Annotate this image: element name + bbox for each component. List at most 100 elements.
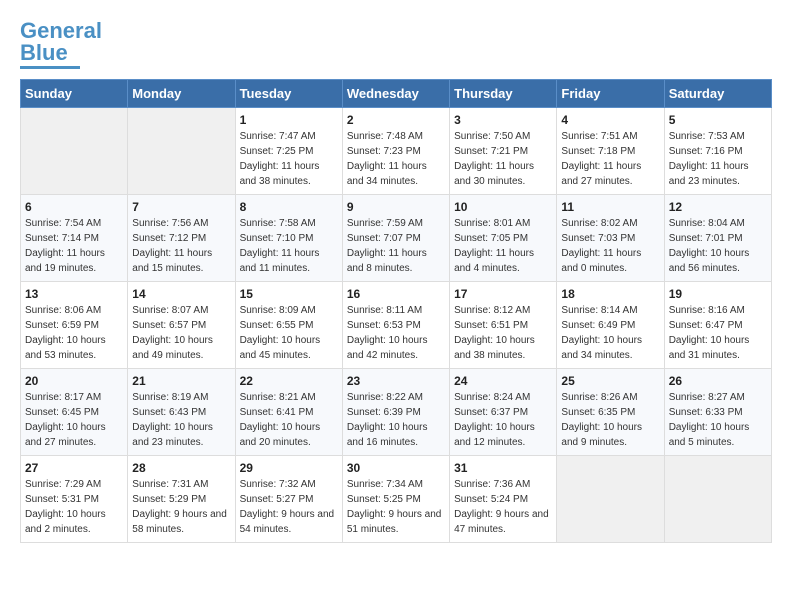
week-row-2: 13 Sunrise: 8:06 AM Sunset: 6:59 PM Dayli… — [21, 282, 772, 369]
day-cell: 2Sunrise: 7:48 AM Sunset: 7:23 PM Daylig… — [342, 108, 449, 195]
day-info: Sunrise: 7:56 AM Sunset: 7:12 PM Dayligh… — [132, 216, 230, 276]
day-info: Sunrise: 7:54 AM Sunset: 7:14 PM Dayligh… — [25, 216, 123, 276]
day-number: 28 — [132, 461, 230, 475]
day-number: 16 — [347, 287, 445, 301]
day-cell: 21 Sunrise: 8:19 AM Sunset: 6:43 PM Dayli… — [128, 369, 235, 456]
header-wednesday: Wednesday — [342, 80, 449, 108]
day-info: Sunrise: 8:26 AM Sunset: 6:35 PM Dayligh… — [561, 390, 659, 450]
day-cell: 28 Sunrise: 7:31 AM Sunset: 5:29 PM Dayli… — [128, 456, 235, 543]
logo-text: General Blue — [20, 20, 102, 64]
day-number: 7 — [132, 200, 230, 214]
day-cell: 27 Sunrise: 7:29 AM Sunset: 5:31 PM Dayli… — [21, 456, 128, 543]
day-number: 27 — [25, 461, 123, 475]
day-info: Sunrise: 8:11 AM Sunset: 6:53 PM Dayligh… — [347, 303, 445, 363]
header-thursday: Thursday — [450, 80, 557, 108]
day-number: 5 — [669, 113, 767, 127]
day-number: 29 — [240, 461, 338, 475]
logo-underline — [20, 66, 80, 69]
day-cell: 8Sunrise: 7:58 AM Sunset: 7:10 PM Daylig… — [235, 195, 342, 282]
day-info: Sunrise: 7:32 AM Sunset: 5:27 PM Dayligh… — [240, 477, 338, 537]
day-cell: 4 Sunrise: 7:51 AM Sunset: 7:18 PM Daylig… — [557, 108, 664, 195]
day-number: 24 — [454, 374, 552, 388]
day-cell: 31 Sunrise: 7:36 AM Sunset: 5:24 PM Dayli… — [450, 456, 557, 543]
week-row-3: 20 Sunrise: 8:17 AM Sunset: 6:45 PM Dayli… — [21, 369, 772, 456]
header-row: SundayMondayTuesdayWednesdayThursdayFrid… — [21, 80, 772, 108]
day-cell: 5Sunrise: 7:53 AM Sunset: 7:16 PM Daylig… — [664, 108, 771, 195]
day-number: 31 — [454, 461, 552, 475]
page-header: General Blue — [20, 20, 772, 69]
day-info: Sunrise: 8:09 AM Sunset: 6:55 PM Dayligh… — [240, 303, 338, 363]
calendar-table: SundayMondayTuesdayWednesdayThursdayFrid… — [20, 79, 772, 543]
day-number: 9 — [347, 200, 445, 214]
header-monday: Monday — [128, 80, 235, 108]
day-number: 18 — [561, 287, 659, 301]
day-number: 8 — [240, 200, 338, 214]
day-number: 13 — [25, 287, 123, 301]
day-cell: 10Sunrise: 8:01 AM Sunset: 7:05 PM Dayli… — [450, 195, 557, 282]
day-cell: 18 Sunrise: 8:14 AM Sunset: 6:49 PM Dayli… — [557, 282, 664, 369]
day-cell: 3 Sunrise: 7:50 AM Sunset: 7:21 PM Daylig… — [450, 108, 557, 195]
day-number: 23 — [347, 374, 445, 388]
day-cell: 9Sunrise: 7:59 AM Sunset: 7:07 PM Daylig… — [342, 195, 449, 282]
week-row-0: 1 Sunrise: 7:47 AM Sunset: 7:25 PM Daylig… — [21, 108, 772, 195]
logo: General Blue — [20, 20, 102, 69]
day-number: 3 — [454, 113, 552, 127]
day-cell: 16 Sunrise: 8:11 AM Sunset: 6:53 PM Dayli… — [342, 282, 449, 369]
day-cell: 20 Sunrise: 8:17 AM Sunset: 6:45 PM Dayli… — [21, 369, 128, 456]
day-info: Sunrise: 7:36 AM Sunset: 5:24 PM Dayligh… — [454, 477, 552, 537]
day-cell: 30Sunrise: 7:34 AM Sunset: 5:25 PM Dayli… — [342, 456, 449, 543]
week-row-1: 6Sunrise: 7:54 AM Sunset: 7:14 PM Daylig… — [21, 195, 772, 282]
logo-blue: Blue — [20, 40, 68, 65]
day-cell: 23 Sunrise: 8:22 AM Sunset: 6:39 PM Dayli… — [342, 369, 449, 456]
day-number: 2 — [347, 113, 445, 127]
day-info: Sunrise: 8:06 AM Sunset: 6:59 PM Dayligh… — [25, 303, 123, 363]
day-number: 25 — [561, 374, 659, 388]
day-info: Sunrise: 8:24 AM Sunset: 6:37 PM Dayligh… — [454, 390, 552, 450]
day-cell — [557, 456, 664, 543]
day-number: 30 — [347, 461, 445, 475]
day-number: 21 — [132, 374, 230, 388]
day-cell: 19 Sunrise: 8:16 AM Sunset: 6:47 PM Dayli… — [664, 282, 771, 369]
day-info: Sunrise: 7:47 AM Sunset: 7:25 PM Dayligh… — [240, 129, 338, 189]
day-number: 20 — [25, 374, 123, 388]
day-cell: 12 Sunrise: 8:04 AM Sunset: 7:01 PM Dayli… — [664, 195, 771, 282]
day-info: Sunrise: 7:29 AM Sunset: 5:31 PM Dayligh… — [25, 477, 123, 537]
day-number: 19 — [669, 287, 767, 301]
day-info: Sunrise: 7:50 AM Sunset: 7:21 PM Dayligh… — [454, 129, 552, 189]
day-cell — [21, 108, 128, 195]
day-info: Sunrise: 8:12 AM Sunset: 6:51 PM Dayligh… — [454, 303, 552, 363]
day-cell: 22Sunrise: 8:21 AM Sunset: 6:41 PM Dayli… — [235, 369, 342, 456]
day-info: Sunrise: 8:22 AM Sunset: 6:39 PM Dayligh… — [347, 390, 445, 450]
day-number: 17 — [454, 287, 552, 301]
day-number: 4 — [561, 113, 659, 127]
day-info: Sunrise: 8:04 AM Sunset: 7:01 PM Dayligh… — [669, 216, 767, 276]
day-info: Sunrise: 7:51 AM Sunset: 7:18 PM Dayligh… — [561, 129, 659, 189]
day-info: Sunrise: 8:17 AM Sunset: 6:45 PM Dayligh… — [25, 390, 123, 450]
day-cell: 13 Sunrise: 8:06 AM Sunset: 6:59 PM Dayli… — [21, 282, 128, 369]
day-cell — [128, 108, 235, 195]
day-cell — [664, 456, 771, 543]
day-cell: 17 Sunrise: 8:12 AM Sunset: 6:51 PM Dayli… — [450, 282, 557, 369]
day-info: Sunrise: 8:19 AM Sunset: 6:43 PM Dayligh… — [132, 390, 230, 450]
day-cell: 11 Sunrise: 8:02 AM Sunset: 7:03 PM Dayli… — [557, 195, 664, 282]
day-number: 10 — [454, 200, 552, 214]
day-number: 11 — [561, 200, 659, 214]
day-info: Sunrise: 8:27 AM Sunset: 6:33 PM Dayligh… — [669, 390, 767, 450]
day-info: Sunrise: 8:16 AM Sunset: 6:47 PM Dayligh… — [669, 303, 767, 363]
day-number: 14 — [132, 287, 230, 301]
header-tuesday: Tuesday — [235, 80, 342, 108]
day-info: Sunrise: 8:14 AM Sunset: 6:49 PM Dayligh… — [561, 303, 659, 363]
day-cell: 15Sunrise: 8:09 AM Sunset: 6:55 PM Dayli… — [235, 282, 342, 369]
day-number: 22 — [240, 374, 338, 388]
day-info: Sunrise: 7:31 AM Sunset: 5:29 PM Dayligh… — [132, 477, 230, 537]
day-cell: 7 Sunrise: 7:56 AM Sunset: 7:12 PM Daylig… — [128, 195, 235, 282]
day-number: 12 — [669, 200, 767, 214]
day-number: 26 — [669, 374, 767, 388]
day-cell: 29 Sunrise: 7:32 AM Sunset: 5:27 PM Dayli… — [235, 456, 342, 543]
day-cell: 6Sunrise: 7:54 AM Sunset: 7:14 PM Daylig… — [21, 195, 128, 282]
day-cell: 25 Sunrise: 8:26 AM Sunset: 6:35 PM Dayli… — [557, 369, 664, 456]
day-number: 1 — [240, 113, 338, 127]
day-info: Sunrise: 8:02 AM Sunset: 7:03 PM Dayligh… — [561, 216, 659, 276]
day-info: Sunrise: 8:07 AM Sunset: 6:57 PM Dayligh… — [132, 303, 230, 363]
day-cell: 24 Sunrise: 8:24 AM Sunset: 6:37 PM Dayli… — [450, 369, 557, 456]
